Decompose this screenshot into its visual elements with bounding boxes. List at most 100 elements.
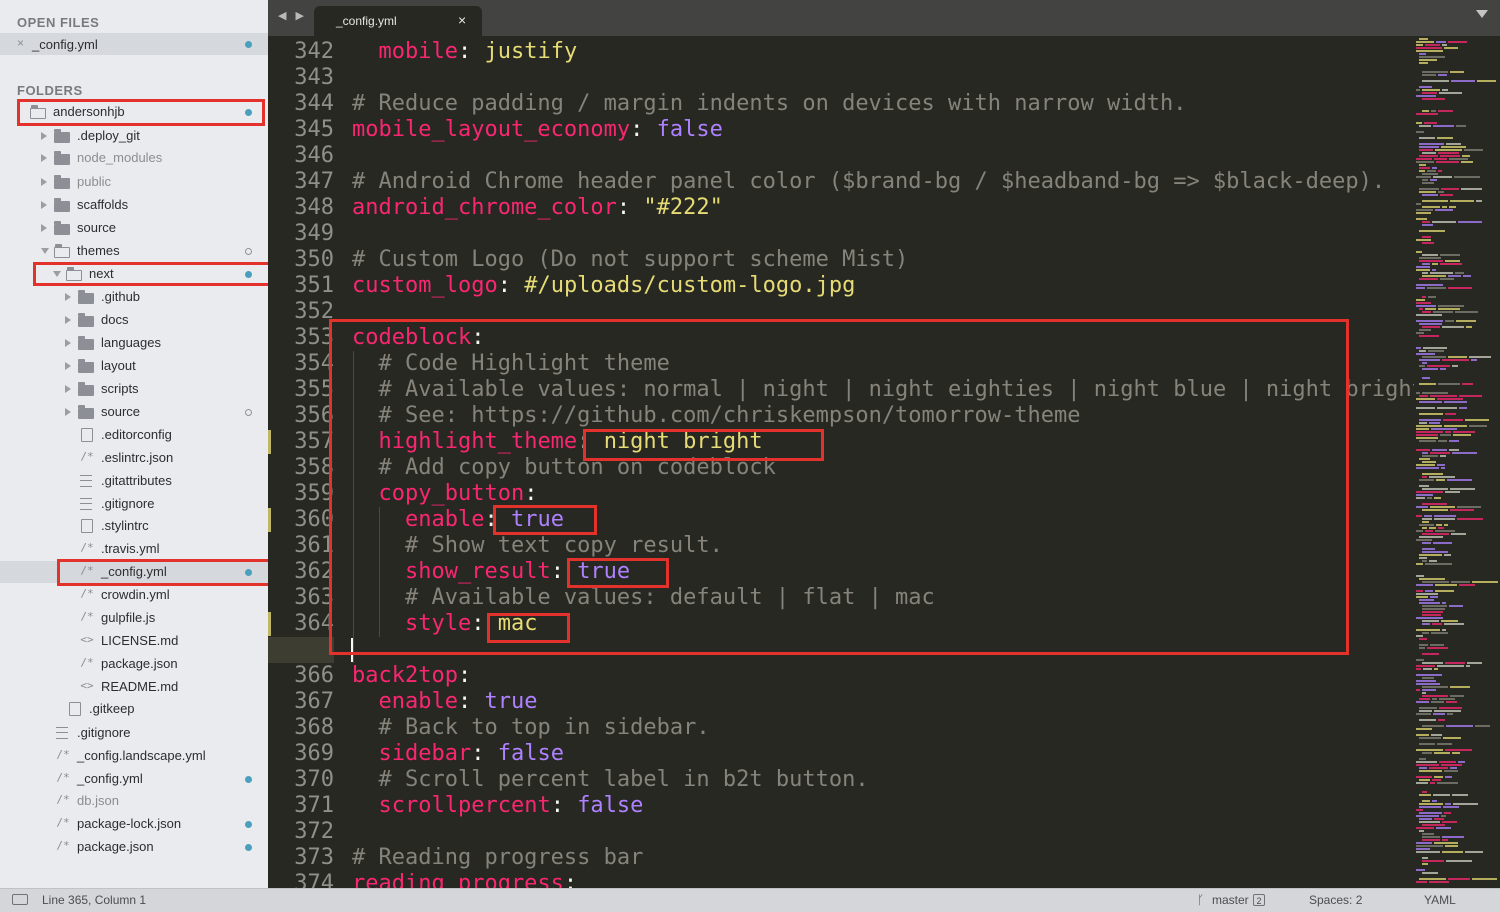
code-line[interactable]: # Add copy button on codeblock [352, 455, 776, 481]
tree-item[interactable]: /* gulpfile.js [0, 607, 268, 629]
code-line[interactable]: copy_button: [352, 481, 538, 507]
syntax-selector[interactable]: YAML [1424, 893, 1456, 907]
minimap-line [1419, 743, 1435, 745]
code-line[interactable]: # Reading progress bar [352, 845, 643, 871]
code-line[interactable]: enable: true [352, 689, 538, 715]
disclosure-closed-icon[interactable] [65, 293, 71, 301]
minimap-line [1422, 605, 1447, 607]
disclosure-closed-icon[interactable] [65, 385, 71, 393]
code-line[interactable]: # Scroll percent label in b2t button. [352, 767, 869, 793]
tree-item[interactable]: docs [0, 309, 268, 331]
minimap-line [1422, 194, 1438, 196]
code-line[interactable]: enable: true [352, 507, 564, 533]
code-editor[interactable]: 342 343 344 345 346 347 348 349 350 351 352 353 354 3… [268, 36, 1414, 888]
code-line[interactable]: highlight_theme: night bright [352, 429, 763, 455]
tree-item[interactable]: .gitignore [0, 493, 268, 515]
disclosure-closed-icon[interactable] [65, 362, 71, 370]
panel-toggle-icon[interactable] [12, 894, 28, 905]
tree-item[interactable]: .gitkeep [0, 698, 268, 720]
tree-item[interactable]: .github [0, 286, 268, 308]
code-line[interactable]: # Back to top in sidebar. [352, 715, 710, 741]
code-line[interactable]: back2top: [352, 663, 471, 689]
minimap[interactable] [1414, 36, 1500, 888]
tree-item[interactable]: .gitattributes [0, 470, 268, 492]
tree-item[interactable]: /* package.json [0, 653, 268, 675]
tree-item[interactable]: .stylintrc [0, 515, 268, 537]
disclosure-closed-icon[interactable] [41, 132, 47, 140]
code-line[interactable]: # Code Highlight theme [352, 351, 670, 377]
code-file-icon: /* [56, 816, 70, 829]
tree-item[interactable]: /* .travis.yml [0, 538, 268, 560]
tree-item[interactable]: scripts [0, 378, 268, 400]
code-line[interactable]: show_result: true [352, 559, 630, 585]
close-icon[interactable]: × [458, 12, 466, 28]
disclosure-closed-icon[interactable] [65, 339, 71, 347]
code-line[interactable]: # Available values: normal | night | nig… [352, 377, 1415, 403]
tree-item[interactable]: public [0, 171, 268, 193]
disclosure-closed-icon[interactable] [41, 154, 47, 162]
tree-item[interactable]: node_modules [0, 147, 268, 169]
disclosure-closed-icon[interactable] [41, 201, 47, 209]
minimap-line [1416, 665, 1435, 667]
tree-item[interactable]: next [0, 263, 268, 285]
tree-item[interactable]: /* _config.yml [0, 561, 268, 583]
code-line[interactable]: mobile_layout_economy: false [352, 117, 723, 143]
tree-item[interactable]: layout [0, 355, 268, 377]
code-line[interactable]: # Android Chrome header panel color ($br… [352, 169, 1385, 195]
disclosure-open-icon[interactable] [41, 248, 49, 254]
code-line[interactable]: # Available values: default | flat | mac [352, 585, 935, 611]
minimap-line [1416, 713, 1431, 715]
tree-item[interactable]: source [0, 401, 268, 423]
tree-item[interactable]: /* package-lock.json [0, 813, 268, 835]
chevron-down-icon[interactable] [1476, 10, 1488, 18]
tree-item[interactable]: scaffolds [0, 194, 268, 216]
code-line[interactable]: # Show text copy result. [352, 533, 723, 559]
code-line[interactable]: reading_progress: [352, 871, 577, 888]
code-line[interactable]: codeblock: [352, 325, 484, 351]
tree-item[interactable]: themes [0, 240, 268, 262]
disclosure-open-icon[interactable] [53, 271, 61, 277]
code-line[interactable]: sidebar: false [352, 741, 564, 767]
tree-item[interactable]: /* crowdin.yml [0, 584, 268, 606]
minimap-line [1419, 155, 1438, 157]
line-number: 352 [294, 299, 334, 324]
code-line[interactable]: # Custom Logo (Do not support scheme Mis… [352, 247, 908, 273]
minimap-line [1437, 398, 1463, 400]
minimap-line [1419, 794, 1431, 796]
tree-item[interactable]: .deploy_git [0, 125, 268, 147]
code-line[interactable]: scrollpercent: false [352, 793, 644, 819]
git-branch[interactable]: master [1212, 893, 1249, 907]
tab-nav-arrows-icon[interactable]: ◀ ▶ [278, 9, 307, 22]
tree-item[interactable]: /* package.json [0, 836, 268, 858]
close-icon[interactable]: × [17, 36, 24, 50]
tree-item[interactable]: source [0, 217, 268, 239]
sidebar: OPEN FILES × _config.yml FOLDERS anderso… [0, 0, 269, 888]
code-line[interactable]: # Reduce padding / margin indents on dev… [352, 91, 1186, 117]
tree-item[interactable]: languages [0, 332, 268, 354]
disclosure-closed-icon[interactable] [41, 224, 47, 232]
indentation-setting[interactable]: Spaces: 2 [1309, 893, 1362, 907]
tree-item[interactable]: /* _config.landscape.yml [0, 745, 268, 767]
open-file-item[interactable]: × _config.yml [0, 33, 268, 55]
code-line[interactable]: custom_logo: #/uploads/custom-logo.jpg [352, 273, 855, 299]
disclosure-closed-icon[interactable] [41, 178, 47, 186]
code-line[interactable]: android_chrome_color: "#222" [352, 195, 723, 221]
minimap-line [1419, 803, 1443, 805]
tree-item[interactable]: /* _config.yml [0, 768, 268, 790]
minimap-line [1416, 431, 1443, 433]
tree-item[interactable]: .editorconfig [0, 424, 268, 446]
tree-item[interactable]: /* db.json [0, 790, 268, 812]
disclosure-closed-icon[interactable] [65, 316, 71, 324]
disclosure-closed-icon[interactable] [65, 408, 71, 416]
tab-config-yml[interactable]: _config.yml × [314, 6, 482, 36]
tree-item[interactable]: <> LICENSE.md [0, 630, 268, 652]
code-line[interactable]: mobile: justify [352, 39, 578, 65]
tree-item[interactable]: <> README.md [0, 676, 268, 698]
code-line[interactable]: # See: https://github.com/chriskempson/t… [352, 403, 1081, 429]
tree-item[interactable]: /* .eslintrc.json [0, 447, 268, 469]
tree-item[interactable]: andersonhjb [0, 101, 268, 123]
tree-item-label: README.md [101, 679, 179, 694]
tree-item[interactable]: .gitignore [0, 722, 268, 744]
minimap-line [1416, 659, 1424, 661]
